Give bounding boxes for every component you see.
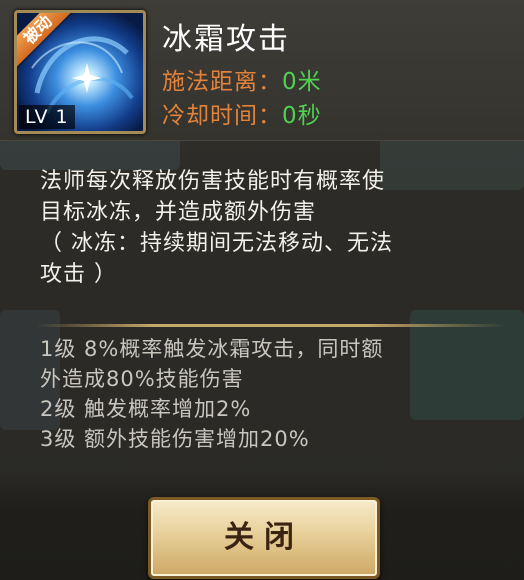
skill-name: 冰霜攻击 [162,22,290,57]
level-effect-line: 2级 触发概率增加2% [40,397,252,421]
skill-level-badge: LV 1 [19,105,75,129]
section-divider [36,324,506,327]
close-button[interactable]: 关闭 [148,497,380,579]
cast-range-row: 施法距离：0米 [162,62,322,96]
cooldown-row: 冷却时间：0秒 [162,96,322,130]
description-line: 法师每次释放伤害技能时有概率使 [40,169,386,194]
level-effect-line: 3级 额外技能伤害增加20% [40,427,310,451]
cooldown-label: 冷却时间： [162,103,282,129]
cooldown-value: 0秒 [282,103,322,129]
level-effect-line: 1级 8%概率触发冰霜攻击，同时额 [40,337,384,361]
description-line: 攻击 ） [40,262,117,287]
skill-detail-panel: 被动 LV 1 冰霜攻击 施法距离：0米 冷却时间：0秒 法师每次释放伤害技能时… [0,0,524,580]
skill-description: 法师每次释放伤害技能时有概率使 目标冰冻，并造成额外伤害 （ 冰冻：持续期间无法… [40,166,490,290]
cast-range-label: 施法距离： [162,69,282,95]
skill-header: 被动 LV 1 冰霜攻击 施法距离：0米 冷却时间：0秒 [0,0,524,141]
description-line: （ 冰冻：持续期间无法移动、无法 [40,231,393,256]
level-effects-list: 1级 8%概率触发冰霜攻击，同时额 外造成80%技能伤害 2级 触发概率增加2%… [40,334,490,454]
cast-range-value: 0米 [282,69,322,95]
skill-icon: 被动 LV 1 [14,10,146,134]
level-effect-line: 外造成80%技能伤害 [40,367,244,391]
description-line: 目标冰冻，并造成额外伤害 [40,200,317,225]
